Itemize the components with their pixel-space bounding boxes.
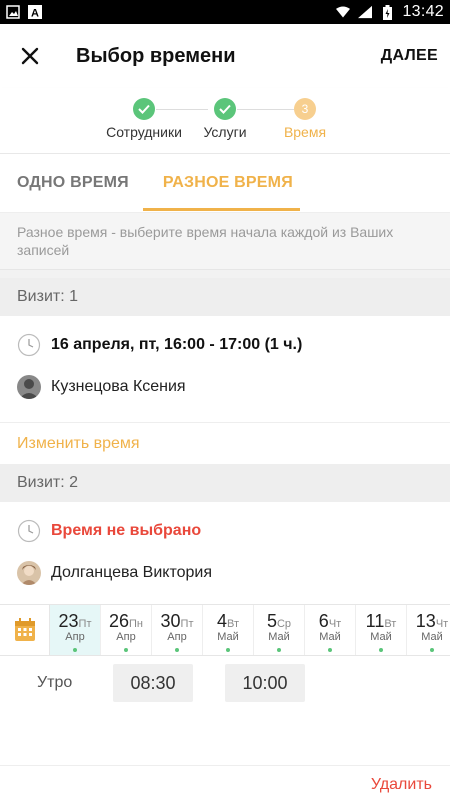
date-weekday: Ср xyxy=(276,618,292,630)
date-cell[interactable]: 23Пт Апр xyxy=(50,605,101,655)
visit-time-row: Время не выбрано xyxy=(0,510,450,552)
date-month: Май xyxy=(217,631,239,643)
image-icon xyxy=(6,5,20,19)
tab-indicator xyxy=(143,208,300,211)
divider xyxy=(0,270,450,278)
visit-time-row: 16 апреля, пт, 16:00 - 17:00 (1 ч.) xyxy=(0,324,450,366)
visit-card: 16 апреля, пт, 16:00 - 17:00 (1 ч.) Кузн… xyxy=(0,324,450,464)
calendar-button[interactable] xyxy=(0,605,50,655)
delete-visit-button[interactable]: Удалить xyxy=(371,776,432,794)
time-slot-button[interactable]: 08:30 xyxy=(113,664,193,702)
progress-stepper: Сотрудники Услуги 3 Время xyxy=(0,88,450,154)
visit-time: 16 апреля, пт, 16:00 - 17:00 (1 ч.) xyxy=(51,336,303,353)
check-icon xyxy=(133,98,155,120)
date-month: Май xyxy=(268,631,290,643)
avatar xyxy=(17,375,41,399)
step-staff: Сотрудники xyxy=(99,98,189,140)
change-time-link[interactable]: Изменить время xyxy=(0,422,450,464)
date-month: Апр xyxy=(167,631,187,643)
availability-dot xyxy=(277,648,281,652)
status-bar: A 13:42 xyxy=(0,0,450,24)
date-weekday: Вт xyxy=(227,618,240,630)
visit-staff-row: Долганцева Виктория xyxy=(0,552,450,594)
step-label: Сотрудники xyxy=(106,124,182,140)
signal-icon xyxy=(358,5,373,19)
date-month: Май xyxy=(319,631,341,643)
step-label: Услуги xyxy=(203,124,247,140)
visit-time-unset: Время не выбрано xyxy=(51,522,202,539)
date-weekday: Чт xyxy=(328,618,342,630)
close-icon xyxy=(21,47,39,65)
date-number: 26 xyxy=(108,611,130,631)
battery-icon xyxy=(380,4,394,20)
date-number: 30 xyxy=(160,611,181,631)
step-time: 3 Время xyxy=(260,98,350,140)
availability-dot xyxy=(175,648,179,652)
date-cell[interactable]: 4Вт Май xyxy=(203,605,254,655)
date-month: Апр xyxy=(65,631,85,643)
staff-name: Кузнецова Ксения xyxy=(51,378,186,395)
slots-period-label: Утро xyxy=(37,674,73,691)
date-month: Май xyxy=(421,631,443,643)
time-slots-row: Утро 08:30 10:00 xyxy=(0,656,450,710)
app-bar: Выбор времени ДАЛЕЕ xyxy=(0,24,450,88)
visit-header: Визит: 1 xyxy=(0,278,450,316)
clock-time: 13:42 xyxy=(402,3,444,20)
date-number: 13 xyxy=(415,611,436,631)
staff-name: Долганцева Виктория xyxy=(51,564,212,581)
date-number: 5 xyxy=(266,611,277,631)
avatar xyxy=(17,561,41,585)
page-title: Выбор времени xyxy=(76,44,236,67)
clock-icon xyxy=(17,333,41,357)
divider xyxy=(0,710,450,766)
visit-staff-row: Кузнецова Ксения xyxy=(0,366,450,408)
delete-row: Удалить xyxy=(0,766,450,800)
svg-text:A: A xyxy=(31,8,39,20)
visit-header: Визит: 2 xyxy=(0,464,450,502)
check-icon xyxy=(214,98,236,120)
calendar-icon xyxy=(14,618,35,641)
availability-dot xyxy=(226,648,230,652)
availability-dot xyxy=(379,648,383,652)
date-month: Апр xyxy=(116,631,136,643)
date-strip[interactable]: 23Пт Апр 26Пн Апр 30Пт Апр 4Вт Май 5Ср М… xyxy=(0,604,450,656)
date-cell[interactable]: 5Ср Май xyxy=(254,605,305,655)
date-weekday: Вт xyxy=(384,618,397,630)
tab-bar: ОДНО ВРЕМЯ РАЗНОЕ ВРЕМЯ xyxy=(0,154,450,212)
date-number: 4 xyxy=(216,611,227,631)
tab-single-time[interactable]: ОДНО ВРЕМЯ xyxy=(0,154,146,212)
step-services: Услуги xyxy=(180,98,270,140)
date-weekday: Пн xyxy=(129,618,143,630)
date-cell[interactable]: 26Пн Апр xyxy=(101,605,152,655)
wifi-icon xyxy=(336,5,351,19)
visit-card: Время не выбрано Долганцева Виктория 23П… xyxy=(0,510,450,800)
font-a-icon: A xyxy=(28,5,42,19)
date-number: 23 xyxy=(58,611,79,631)
date-cell[interactable]: 6Чт Май xyxy=(305,605,356,655)
close-button[interactable] xyxy=(14,40,46,72)
date-cell[interactable]: 13Чт Май xyxy=(407,605,450,655)
step-label: Время xyxy=(283,124,327,140)
info-note: Разное время - выберите время начала каж… xyxy=(0,212,450,270)
availability-dot xyxy=(328,648,332,652)
tab-different-time[interactable]: РАЗНОЕ ВРЕМЯ xyxy=(146,154,310,212)
date-cell[interactable]: 30Пт Апр xyxy=(152,605,203,655)
step-number-badge: 3 xyxy=(294,98,316,120)
clock-icon xyxy=(17,519,41,543)
time-slot-button[interactable]: 10:00 xyxy=(225,664,305,702)
date-weekday: Пт xyxy=(180,618,194,630)
date-cell[interactable]: 11Вт Май xyxy=(356,605,407,655)
availability-dot xyxy=(73,648,77,652)
date-number: 11 xyxy=(365,611,385,631)
date-weekday: Чт xyxy=(435,618,449,630)
date-number: 6 xyxy=(318,611,329,631)
next-button[interactable]: ДАЛЕЕ xyxy=(381,47,438,65)
availability-dot xyxy=(430,648,434,652)
date-weekday: Пт xyxy=(78,618,92,630)
date-month: Май xyxy=(370,631,392,643)
availability-dot xyxy=(124,648,128,652)
